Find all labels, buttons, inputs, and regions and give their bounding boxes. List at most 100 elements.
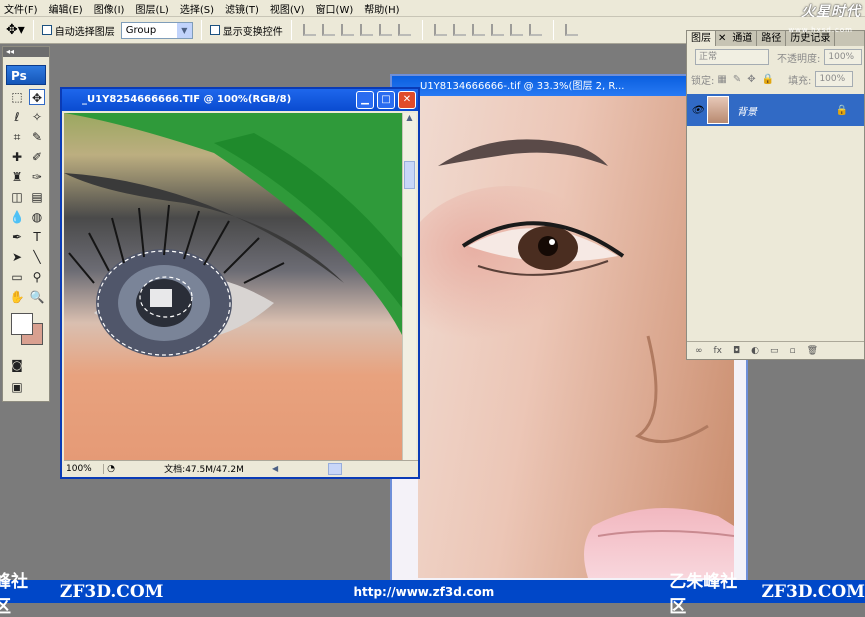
pen-tool-icon[interactable]: ✒ — [9, 229, 25, 245]
separator — [421, 20, 423, 40]
dodge-tool-icon[interactable]: ◍ — [29, 209, 45, 225]
delete-layer-icon[interactable]: 🗑 — [807, 346, 818, 356]
distribute-left-icon[interactable] — [490, 24, 504, 36]
move-tool-icon[interactable]: ✥ — [29, 89, 45, 105]
line-tool-icon[interactable]: ╲ — [29, 249, 45, 265]
lock-pixels-icon[interactable]: ✎ — [733, 74, 741, 85]
lock-all-icon[interactable]: 🔒 — [762, 74, 774, 85]
layer-style-icon[interactable]: fx — [714, 346, 723, 356]
scroll-left-icon[interactable]: ◀ — [272, 464, 278, 473]
opacity-input[interactable]: 100% — [824, 49, 863, 65]
hand-tool-icon[interactable]: ✋ — [9, 289, 25, 305]
auto-select-checkbox[interactable] — [41, 25, 52, 35]
zoom-tool-icon[interactable]: 🔍 — [29, 289, 45, 305]
menu-help[interactable]: 帮助(H) — [364, 1, 399, 16]
tab-paths[interactable]: 路径 — [757, 31, 787, 46]
blur-tool-icon[interactable]: 💧 — [9, 209, 25, 225]
status-bar-left: 100% ◔ 文档:47.5M/47.2M ◀ — [64, 460, 418, 476]
blend-mode-select[interactable]: 正常 — [695, 49, 769, 65]
tab-channels[interactable]: 通道 — [728, 31, 758, 46]
menu-window[interactable]: 窗口(W) — [316, 1, 354, 16]
eyedropper-tool-icon[interactable]: ⚲ — [29, 269, 45, 285]
menu-file[interactable]: 文件(F) — [4, 1, 38, 16]
path-select-icon[interactable]: ➤ — [9, 249, 25, 265]
screen-mode-icon[interactable]: ▣ — [9, 379, 25, 395]
distribute-vcenter-icon[interactable] — [452, 24, 466, 36]
new-layer-icon[interactable]: ▫ — [790, 346, 796, 356]
menu-bar: 文件(F) 编辑(E) 图像(I) 图层(L) 选择(S) 滤镜(T) 视图(V… — [0, 0, 865, 20]
maximize-icon[interactable]: □ — [377, 91, 395, 109]
quick-mask-icon[interactable]: ◙ — [9, 357, 25, 373]
minimize-icon[interactable]: ▁ — [356, 91, 374, 109]
link-layers-icon[interactable]: ∞ — [695, 346, 703, 356]
healing-brush-icon[interactable]: ✚ — [9, 149, 25, 165]
menu-image[interactable]: 图像(I) — [94, 1, 125, 16]
gradient-tool-icon[interactable]: ▤ — [29, 189, 45, 205]
vertical-scrollbar[interactable]: ▲ — [402, 113, 416, 463]
layer-name: 背景 — [737, 106, 757, 118]
align-vcenter-icon[interactable] — [321, 24, 335, 36]
lock-position-icon[interactable]: ✥ — [747, 74, 755, 85]
distribute-hcenter-icon[interactable] — [509, 24, 523, 36]
close-icon[interactable]: ✕ — [398, 91, 416, 109]
menu-select[interactable]: 选择(S) — [180, 1, 214, 16]
footer-left-text: 峰社区 — [0, 571, 28, 617]
document-titlebar-left[interactable]: _U1Y8254666666.TIF @ 100%(RGB/8) ▁ □ ✕ — [62, 89, 418, 111]
move-tool-icon[interactable]: ✥▾ — [6, 22, 25, 38]
menu-layer[interactable]: 图层(L) — [135, 1, 168, 16]
clone-stamp-icon[interactable]: ♜ — [9, 169, 25, 185]
separator — [552, 20, 554, 40]
distribute-right-icon[interactable] — [528, 24, 542, 36]
marquee-tool-icon[interactable]: ⬚ — [9, 89, 25, 105]
watermark-footer: 峰社区 ZF3D.COM http://www.zf3d.com 乙朱峰社区 Z… — [0, 572, 865, 617]
layer-row[interactable]: 👁 背景 🔒 — [687, 94, 864, 126]
footer-right-text: 乙朱峰社区 — [669, 571, 738, 617]
lasso-tool-icon[interactable]: ℓ — [9, 109, 25, 125]
crop-tool-icon[interactable]: ⌗ — [9, 129, 25, 145]
scroll-up-icon[interactable]: ▲ — [403, 113, 416, 127]
photoshop-badge: Ps — [6, 65, 46, 85]
canvas-left[interactable] — [64, 113, 406, 463]
zoom-level[interactable]: 100% — [64, 463, 104, 474]
type-tool-icon[interactable]: T — [29, 229, 45, 245]
show-transform-checkbox[interactable] — [209, 25, 220, 35]
eraser-tool-icon[interactable]: ◫ — [9, 189, 25, 205]
layers-panel: 图层 ✕ 通道 路径 历史记录 正常 不透明度: 100% 锁定: ▦ ✎ ✥ … — [686, 30, 865, 360]
footer-right-url: ZF3D.COM — [761, 581, 865, 602]
distribute-top-icon[interactable] — [433, 24, 447, 36]
notes-tool-icon[interactable]: ▭ — [9, 269, 25, 285]
align-hcenter-icon[interactable] — [378, 24, 392, 36]
menu-filter[interactable]: 滤镜(T) — [225, 1, 259, 16]
slice-tool-icon[interactable]: ✎ — [29, 129, 45, 145]
tab-layers[interactable]: 图层 — [687, 31, 716, 46]
new-group-icon[interactable]: ▭ — [770, 346, 779, 356]
document-window-left[interactable]: _U1Y8254666666.TIF @ 100%(RGB/8) ▁ □ ✕ ▲… — [60, 87, 420, 479]
close-icon[interactable]: ✕ — [716, 31, 728, 46]
status-menu-icon[interactable]: ◔ — [104, 464, 118, 474]
align-right-icon[interactable] — [397, 24, 411, 36]
brush-tool-icon[interactable]: ✐ — [29, 149, 45, 165]
distribute-bottom-icon[interactable] — [471, 24, 485, 36]
menu-view[interactable]: 视图(V) — [270, 1, 305, 16]
adjustment-layer-icon[interactable]: ◐ — [751, 346, 759, 356]
auto-select-dropdown[interactable]: Group ▼ — [120, 21, 193, 39]
scroll-thumb[interactable] — [404, 161, 415, 189]
layer-thumbnail — [707, 96, 729, 124]
magic-wand-tool-icon[interactable]: ✧ — [29, 109, 45, 125]
align-bottom-icon[interactable] — [340, 24, 354, 36]
layer-mask-icon[interactable]: ◘ — [733, 346, 740, 356]
history-brush-icon[interactable]: ✑ — [29, 169, 45, 185]
align-left-icon[interactable] — [359, 24, 373, 36]
document-title-left: _U1Y8254666666.TIF @ 100%(RGB/8) — [82, 94, 292, 105]
fill-input[interactable]: 100% — [815, 71, 854, 87]
menu-edit[interactable]: 编辑(E) — [49, 1, 83, 16]
auto-align-icon[interactable] — [564, 24, 578, 36]
eye-closeup-image — [64, 113, 406, 357]
tools-panel-header[interactable]: ◂◂ — [3, 47, 49, 57]
eye-icon[interactable]: 👁 — [691, 105, 704, 116]
align-top-icon[interactable] — [302, 24, 316, 36]
watermark-url: www.hxsd.com — [788, 26, 853, 34]
foreground-color-swatch[interactable] — [11, 313, 33, 335]
horizontal-scroll-thumb[interactable] — [328, 462, 343, 475]
lock-transparency-icon[interactable]: ▦ — [717, 74, 726, 85]
